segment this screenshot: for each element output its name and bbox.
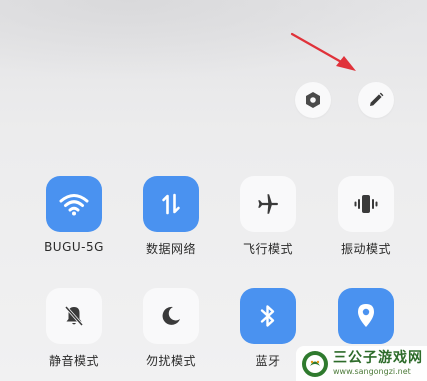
tile-airplane-label: 飞行模式 <box>242 242 293 256</box>
edit-button[interactable] <box>358 82 394 118</box>
mobile-data-arrows-icon <box>162 193 180 215</box>
pencil-edit-icon <box>370 92 384 106</box>
wifi-icon <box>59 194 89 216</box>
watermark: 三公子游戏网 www.sangongzi.net <box>296 346 427 381</box>
settings-hexagon-icon <box>306 92 320 108</box>
tile-dnd-label: 勿扰模式 <box>145 354 196 368</box>
watermark-title: 三公子游戏网 <box>333 350 423 366</box>
bluetooth-icon <box>260 305 275 327</box>
tile-dnd[interactable] <box>143 288 199 344</box>
moon-icon <box>162 306 180 325</box>
tile-wifi-label: BUGU-5G <box>44 240 104 254</box>
watermark-url: www.sangongzi.net <box>333 367 411 376</box>
tile-location[interactable] <box>338 288 394 344</box>
tile-airplane[interactable] <box>240 176 296 232</box>
location-pin-icon <box>358 304 374 327</box>
tile-wifi[interactable] <box>46 176 102 232</box>
tile-bluetooth[interactable] <box>240 288 296 344</box>
tile-silent-label: 静音模式 <box>48 354 99 368</box>
tile-mobile-data[interactable] <box>143 176 199 232</box>
tile-silent[interactable] <box>46 288 102 344</box>
airplane-icon <box>258 194 279 214</box>
vibrate-phone-icon <box>354 195 378 213</box>
tile-mobile-data-label: 数据网络 <box>145 242 196 256</box>
tile-vibrate-label: 振动模式 <box>340 242 391 256</box>
settings-button[interactable] <box>295 82 331 118</box>
tile-vibrate[interactable] <box>338 176 394 232</box>
watermark-logo-icon <box>302 350 328 377</box>
bell-muted-icon <box>64 306 84 326</box>
